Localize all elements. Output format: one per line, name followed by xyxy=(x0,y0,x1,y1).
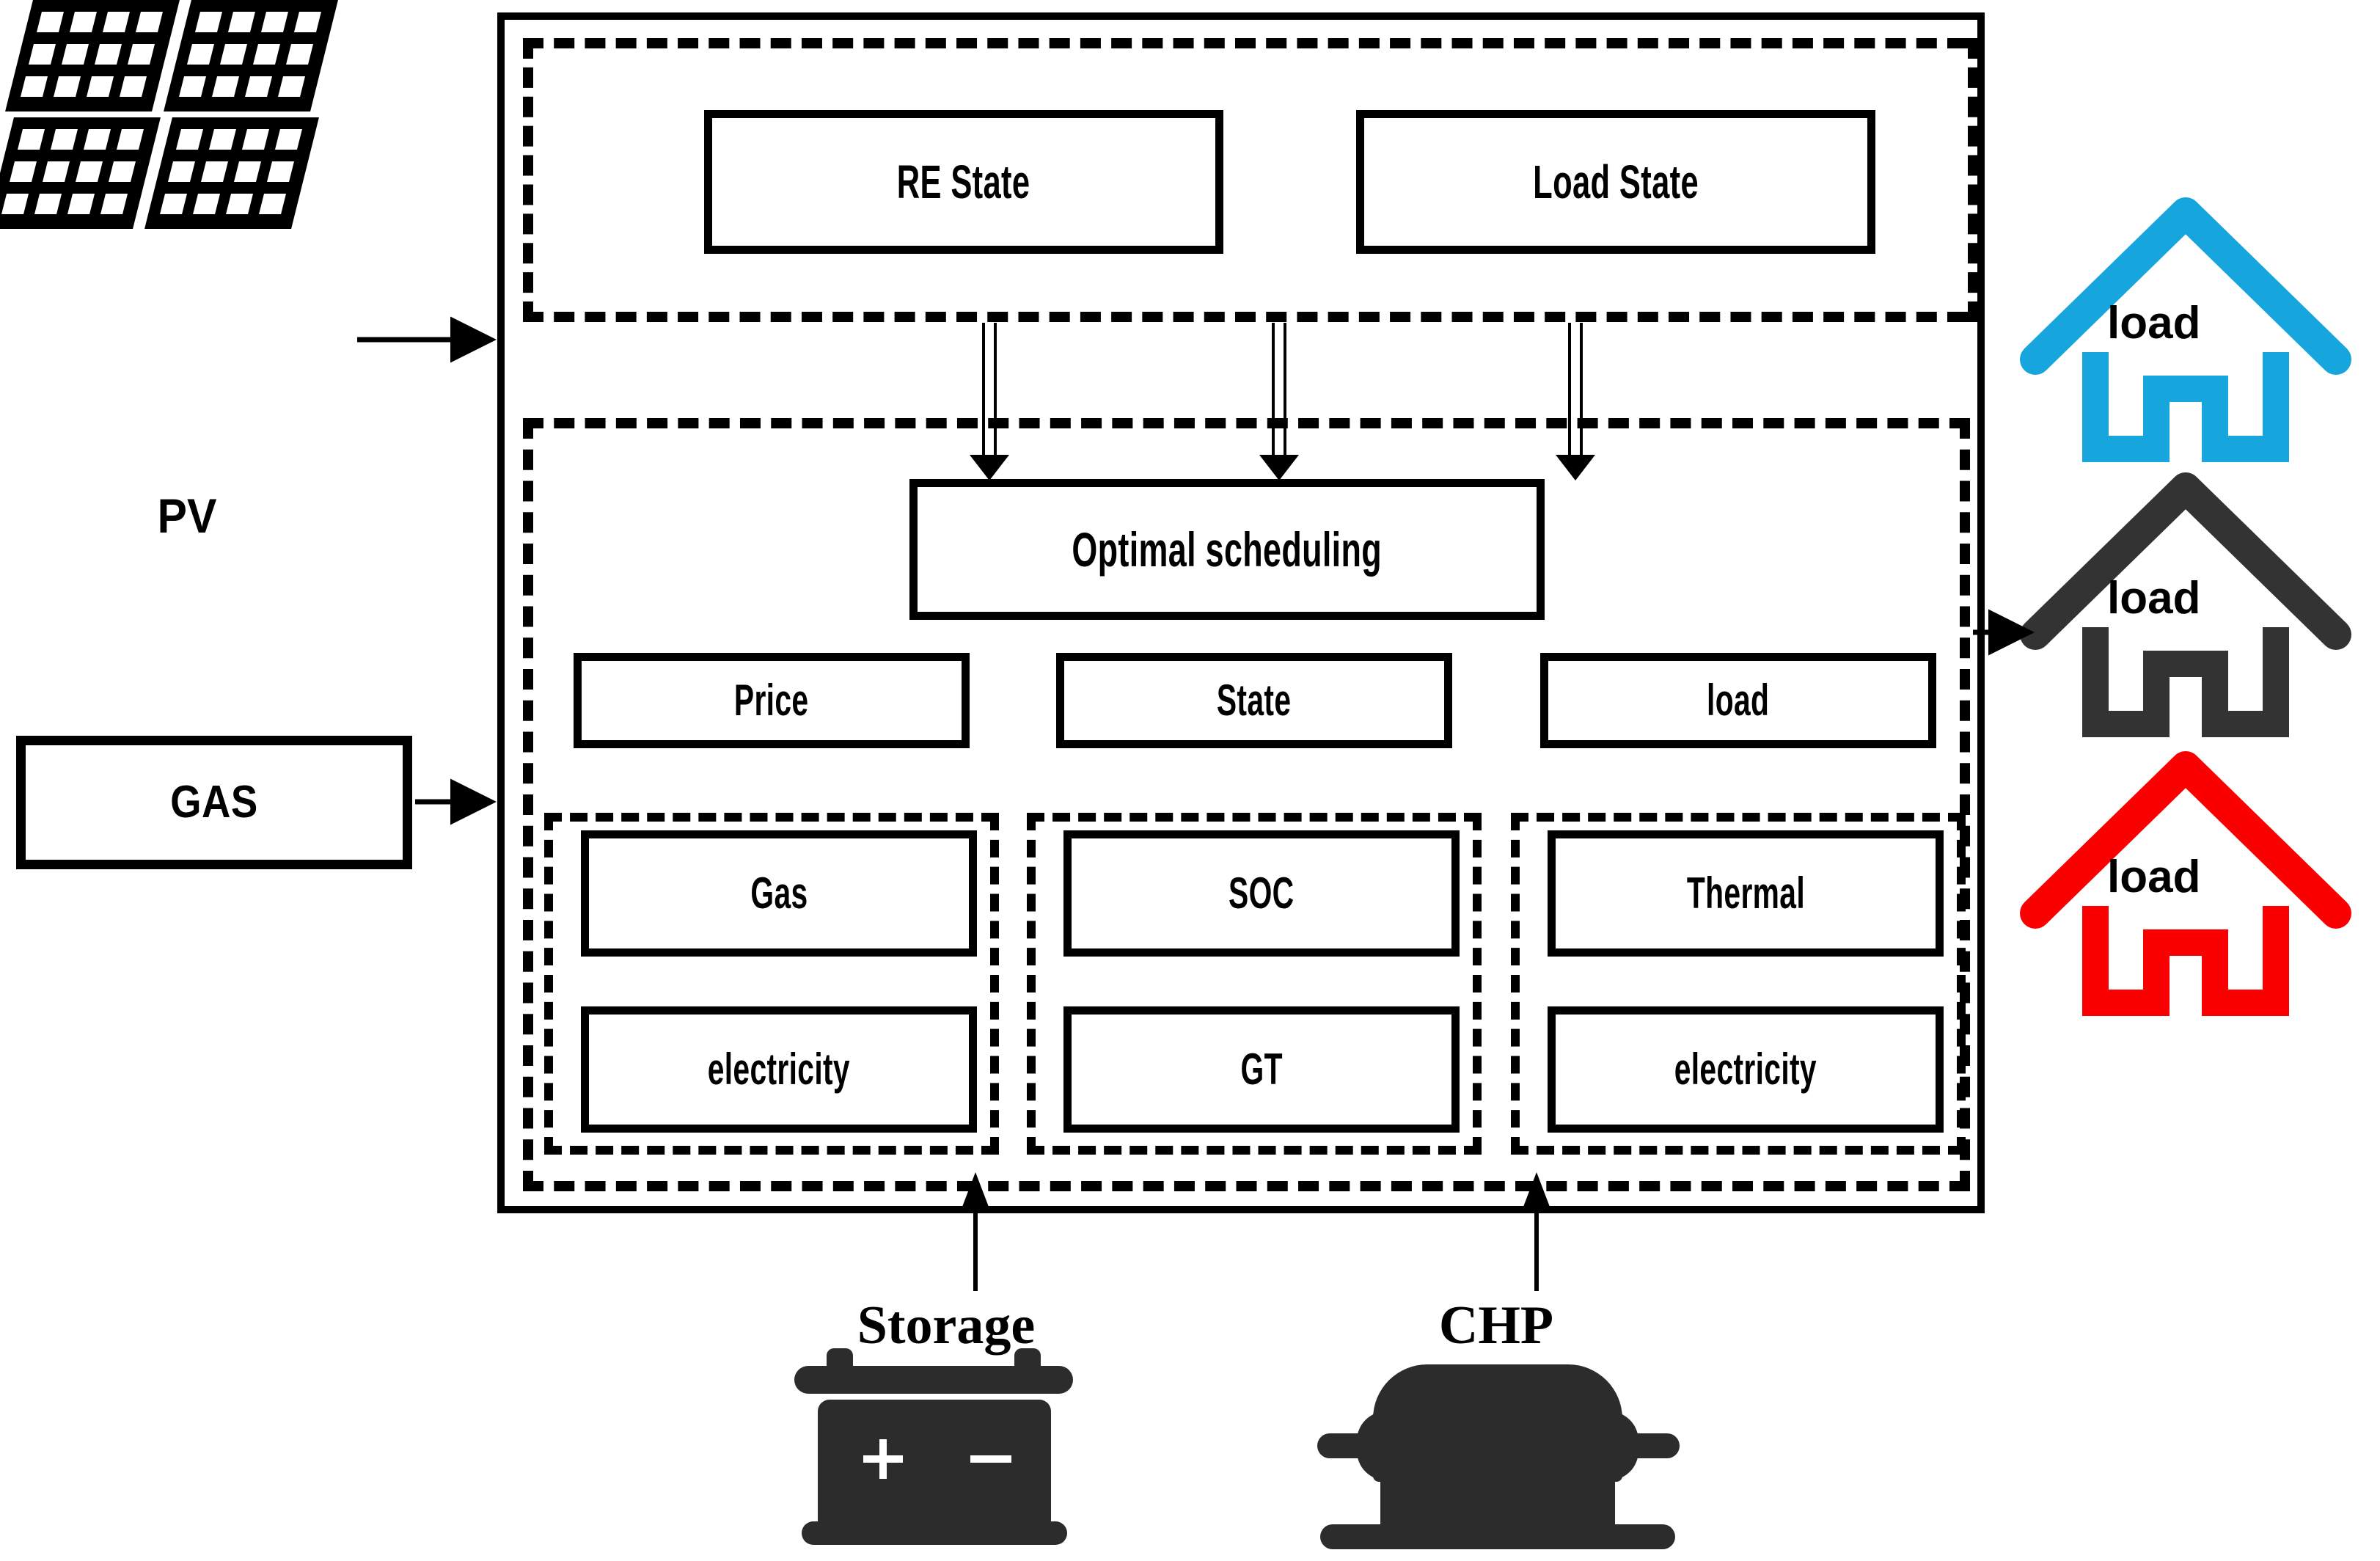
load-state-box: Load State xyxy=(1356,110,1875,254)
state-region-right-edge xyxy=(1968,38,1978,322)
pv-cell xyxy=(67,194,95,214)
pv-cell xyxy=(220,44,247,65)
pv-cell xyxy=(267,161,294,182)
state-item-soc: SOC xyxy=(1063,830,1460,957)
pv-cell xyxy=(50,129,78,150)
battery-minus xyxy=(970,1455,1011,1463)
load-item-thermal: Thermal xyxy=(1548,830,1944,957)
pv-cell xyxy=(36,12,64,32)
column-header-load-label: load xyxy=(1707,676,1770,725)
pv-cell xyxy=(241,129,269,150)
load-state-label: Load State xyxy=(1533,156,1699,208)
price-item-gas-label: Gas xyxy=(750,869,808,918)
load-house-blue: load xyxy=(2013,169,2358,462)
pv-cell xyxy=(212,76,240,97)
battery-plus-vertical xyxy=(879,1439,887,1479)
pv-cell xyxy=(175,129,203,150)
load-house-red: load xyxy=(2013,723,2358,1016)
pv-cell xyxy=(135,12,163,32)
pv-panel xyxy=(144,117,319,229)
pv-cell xyxy=(208,129,236,150)
pv-cell xyxy=(83,129,111,150)
load-house-dark-label: load xyxy=(2107,573,2201,624)
pv-cell xyxy=(128,44,155,65)
column-header-load: load xyxy=(1540,653,1936,748)
pv-cell xyxy=(76,161,103,182)
pv-label: PV xyxy=(157,489,217,543)
pv-cell xyxy=(226,194,254,214)
load-house-red-label: load xyxy=(2107,852,2201,902)
pv-cell xyxy=(87,76,114,97)
column-header-state-label: State xyxy=(1217,676,1292,725)
state-item-soc-label: SOC xyxy=(1229,869,1295,918)
pv-cell xyxy=(187,44,214,65)
load-item-thermal-label: Thermal xyxy=(1686,869,1805,918)
pv-cell xyxy=(259,194,287,214)
pv-cell xyxy=(1,194,29,214)
pv-cell xyxy=(43,161,70,182)
gas-source-box: GAS xyxy=(16,736,412,869)
pv-panel xyxy=(164,0,338,112)
pv-cell xyxy=(116,129,144,150)
optimal-scheduling-box: Optimal scheduling xyxy=(909,479,1545,620)
pv-cell xyxy=(293,12,321,32)
load-item-electricity: electricity xyxy=(1548,1006,1944,1133)
storage-label: Storage xyxy=(857,1295,1036,1356)
pv-panel xyxy=(0,117,161,229)
pv-icon xyxy=(0,0,338,242)
pv-cell xyxy=(201,161,228,182)
re-state-label: RE State xyxy=(897,156,1030,208)
pv-cell xyxy=(100,194,128,214)
pv-cell xyxy=(62,44,89,65)
pv-cell xyxy=(179,76,207,97)
column-header-price: Price xyxy=(574,653,970,748)
pv-cell xyxy=(109,161,136,182)
load-item-electricity-label: electricity xyxy=(1674,1045,1817,1094)
pv-cell xyxy=(234,161,261,182)
pv-cell xyxy=(120,76,147,97)
pv-cell xyxy=(34,194,62,214)
pv-cell xyxy=(286,44,313,65)
chp-icon xyxy=(1313,1348,1680,1561)
re-state-box: RE State xyxy=(704,110,1223,254)
pv-cell xyxy=(245,76,273,97)
pv-cell xyxy=(160,194,188,214)
pv-cell xyxy=(17,129,45,150)
load-house-dark: load xyxy=(2013,444,2358,737)
pv-cell xyxy=(54,76,81,97)
gas-source-label: GAS xyxy=(170,777,258,827)
pv-cell xyxy=(253,44,280,65)
pv-cell xyxy=(278,76,306,97)
pv-cell xyxy=(227,12,255,32)
price-item-electricity: electricity xyxy=(581,1006,977,1133)
pv-cell xyxy=(168,161,195,182)
price-item-electricity-label: electricity xyxy=(707,1045,851,1094)
pv-cell xyxy=(10,161,37,182)
pv-cell xyxy=(21,76,48,97)
pv-cell xyxy=(29,44,56,65)
column-header-state: State xyxy=(1056,653,1452,748)
optimal-scheduling-label: Optimal scheduling xyxy=(1072,522,1383,577)
pv-cell xyxy=(69,12,97,32)
pv-cell xyxy=(194,12,222,32)
state-item-gt-label: GT xyxy=(1240,1045,1283,1094)
pv-panel xyxy=(5,0,180,112)
battery-icon xyxy=(788,1348,1111,1561)
pv-cell xyxy=(260,12,288,32)
pv-cell xyxy=(95,44,122,65)
pv-cell xyxy=(102,12,130,32)
pv-cell xyxy=(193,194,221,214)
price-item-gas: Gas xyxy=(581,830,977,957)
chp-label: CHP xyxy=(1438,1295,1554,1356)
load-house-blue-label: load xyxy=(2107,298,2201,348)
column-header-price-label: Price xyxy=(734,676,809,725)
pv-cell xyxy=(274,129,302,150)
state-item-gt: GT xyxy=(1063,1006,1460,1133)
